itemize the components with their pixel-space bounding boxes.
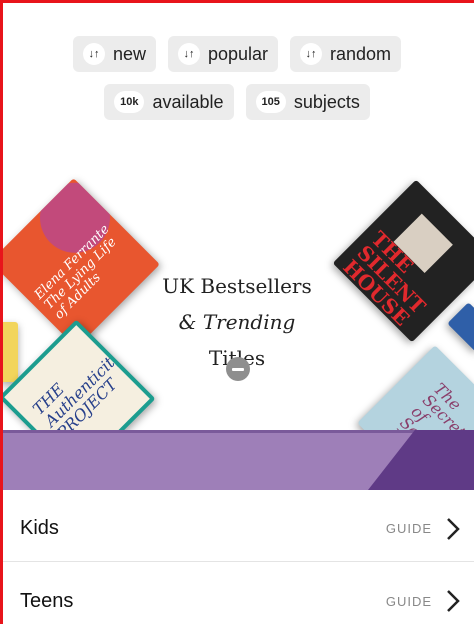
sort-new-chip[interactable]: ↓↑ new xyxy=(72,36,156,72)
category-label: Teens xyxy=(20,589,74,612)
guide-link[interactable]: GUIDE xyxy=(386,594,432,609)
chip-label: popular xyxy=(207,43,269,64)
cover-text: The Secrets of Saffron Hall xyxy=(385,379,474,430)
category-banner xyxy=(0,430,474,490)
available-count: 10k xyxy=(114,91,145,113)
subjects-chip[interactable]: 105 subjects xyxy=(245,84,370,120)
sort-arrows-icon: ↓↑ xyxy=(82,43,105,65)
minus-circle-icon[interactable] xyxy=(226,357,250,381)
chevron-right-icon[interactable] xyxy=(442,514,464,544)
chevron-right-icon[interactable] xyxy=(442,586,464,616)
sort-arrows-icon: ↓↑ xyxy=(177,43,200,65)
hero-title-line: & Trending xyxy=(178,310,296,334)
sort-popular-chip[interactable]: ↓↑ popular xyxy=(167,36,279,72)
banner-top-edge xyxy=(0,430,474,433)
chip-label: random xyxy=(330,43,392,64)
banner-accent xyxy=(368,430,474,490)
sort-arrows-icon: ↓↑ xyxy=(300,43,323,65)
stats-chip-row: 10k available 105 subjects xyxy=(0,84,474,120)
chip-label: available xyxy=(152,91,224,112)
bestsellers-hero[interactable]: Elena Ferrante The Lying Life of Adults … xyxy=(0,172,474,430)
sort-chip-row: ↓↑ new ↓↑ popular ↓↑ random xyxy=(0,36,474,72)
category-row-teens[interactable]: Teens GUIDE xyxy=(0,568,474,624)
hero-title-line: UK Bestsellers xyxy=(162,274,312,298)
available-chip[interactable]: 10k available xyxy=(104,84,234,120)
category-label: Kids xyxy=(20,517,59,539)
filter-chips: ↓↑ new ↓↑ popular ↓↑ random 10k availabl… xyxy=(0,36,474,132)
sort-random-chip[interactable]: ↓↑ random xyxy=(290,36,402,72)
guide-link[interactable]: GUIDE xyxy=(386,521,432,536)
category-row-kids[interactable]: Kids GUIDE xyxy=(0,496,474,562)
chip-label: subjects xyxy=(293,91,360,112)
chip-label: new xyxy=(112,43,146,64)
subjects-count: 105 xyxy=(255,91,286,113)
